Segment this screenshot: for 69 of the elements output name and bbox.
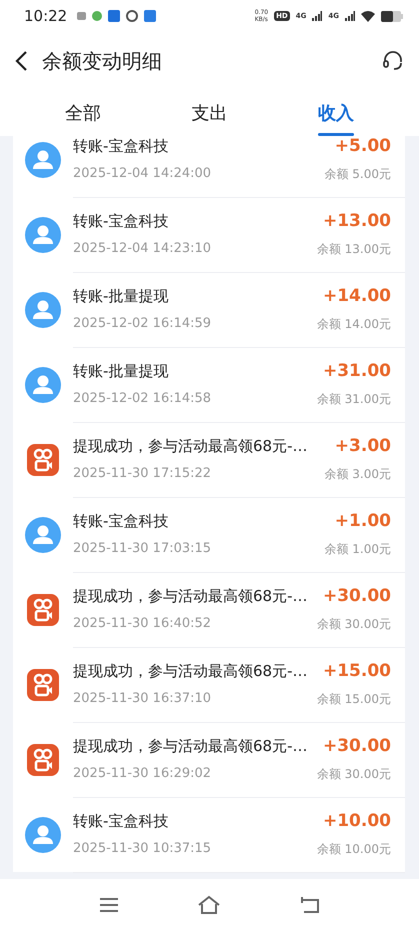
record-title: 转账-批量提现 xyxy=(73,362,170,381)
record-time: 2025-11-30 16:29:02 xyxy=(73,766,212,781)
video-app-icon xyxy=(27,444,59,476)
record-amount: +30.00 xyxy=(322,736,391,756)
record-title: 转账-宝盒科技 xyxy=(73,512,170,531)
record-amount: +15.00 xyxy=(322,660,391,680)
record-time: 2025-11-30 16:40:52 xyxy=(73,616,212,631)
menu-icon[interactable] xyxy=(99,897,120,913)
video-app-icon xyxy=(27,668,59,700)
notification-icon xyxy=(92,11,102,21)
filter-tab[interactable]: 支出 xyxy=(146,90,273,136)
battery-icon xyxy=(381,10,403,22)
notification-icon xyxy=(126,10,138,22)
record-amount: +1.00 xyxy=(334,510,391,530)
video-app-icon xyxy=(27,594,59,626)
record-time: 2025-12-02 16:14:58 xyxy=(73,391,212,406)
user-avatar-icon xyxy=(25,816,61,852)
user-avatar-icon xyxy=(25,216,61,252)
record-title: 提现成功，参与活动最高领68元-… xyxy=(73,662,308,681)
record-amount: +10.00 xyxy=(322,810,391,830)
page-title: 余额变动明细 xyxy=(42,48,163,74)
record-amount: +5.00 xyxy=(334,136,391,156)
back-icon[interactable] xyxy=(14,50,28,72)
record-time: 2025-12-02 16:14:59 xyxy=(73,316,212,331)
record-balance: 余额 31.00元 xyxy=(316,390,391,408)
record-title: 转账-批量提现 xyxy=(73,287,170,306)
record-balance: 余额 14.00元 xyxy=(316,316,391,332)
record-title: 转账-宝盒科技 xyxy=(73,812,170,831)
notification-icon xyxy=(77,12,86,20)
headset-icon[interactable] xyxy=(381,49,405,73)
record-balance: 余额 5.00元 xyxy=(324,166,391,182)
back-nav-icon[interactable] xyxy=(300,896,320,914)
record-time: 2025-11-30 10:37:15 xyxy=(73,841,212,856)
record-time: 2025-11-30 16:37:10 xyxy=(73,691,212,706)
record-time: 2025-11-30 17:15:22 xyxy=(73,466,212,481)
record-time: 2025-12-04 14:24:00 xyxy=(73,166,212,181)
filter-tab[interactable]: 收入 xyxy=(272,90,399,136)
record-amount: +31.00 xyxy=(322,360,391,380)
record-balance: 余额 30.00元 xyxy=(316,616,391,632)
video-app-icon xyxy=(27,744,59,776)
record-time: 2025-11-30 17:03:15 xyxy=(73,541,212,556)
record-title: 转账-宝盒科技 xyxy=(73,212,170,231)
filter-tab[interactable]: 全部 xyxy=(20,90,146,136)
signal-icon xyxy=(345,11,355,21)
record-title: 提现成功，参与活动最高领68元-… xyxy=(73,437,308,456)
record-balance: 余额 15.00元 xyxy=(316,690,391,708)
record-time: 2025-12-04 14:23:10 xyxy=(73,241,212,256)
home-icon[interactable] xyxy=(197,895,222,915)
record-title: 转账-宝盒科技 xyxy=(73,137,170,156)
notification-icon xyxy=(144,10,156,22)
record-title: 提现成功，参与活动最高领68元-… xyxy=(73,587,308,606)
user-avatar-icon xyxy=(25,292,61,328)
record-amount: +3.00 xyxy=(334,436,391,456)
notification-icon xyxy=(108,10,120,22)
record-balance: 余额 10.00元 xyxy=(316,840,391,858)
record-balance: 余额 30.00元 xyxy=(316,766,391,782)
user-avatar-icon xyxy=(25,142,61,178)
user-avatar-icon xyxy=(25,366,61,402)
record-balance: 余额 1.00元 xyxy=(324,540,391,558)
wifi-icon xyxy=(361,10,375,22)
record-amount: +30.00 xyxy=(322,586,391,606)
signal-icon xyxy=(312,11,322,21)
record-amount: +14.00 xyxy=(322,286,391,306)
clock-time: 10:22 xyxy=(24,7,68,25)
record-balance: 余额 3.00元 xyxy=(324,466,391,482)
record-amount: +13.00 xyxy=(322,210,391,230)
record-title: 提现成功，参与活动最高领68元-… xyxy=(73,737,308,756)
record-balance: 余额 13.00元 xyxy=(316,240,391,258)
user-avatar-icon xyxy=(25,516,61,552)
